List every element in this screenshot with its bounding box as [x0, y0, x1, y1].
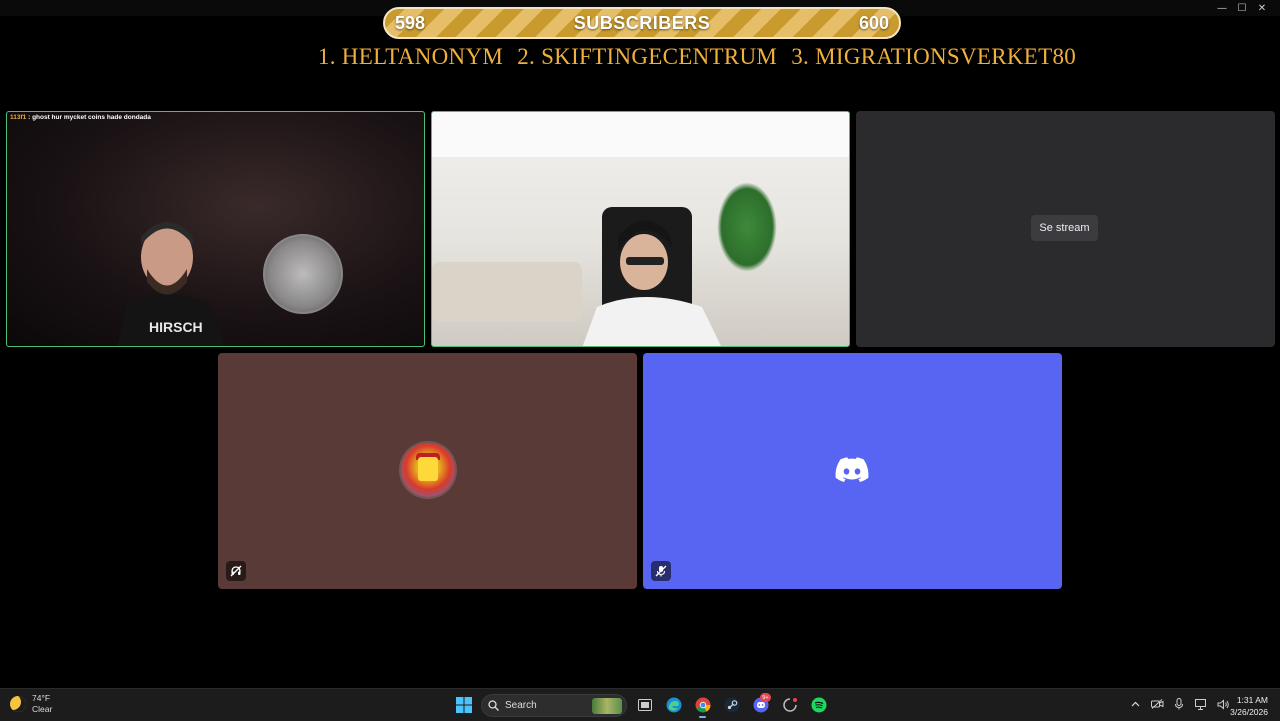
video-tile-webcam-2[interactable] [431, 111, 850, 347]
video-tile-stream: Se stream [856, 111, 1275, 347]
taskbar-clock[interactable]: 1:31 AM 3/26/2026 [1230, 694, 1268, 718]
discord-notification-badge: 9+ [760, 693, 771, 702]
chat-message: ghost hur mycket coins hade dondada [32, 114, 151, 121]
video-tile-user-discord[interactable] [643, 353, 1062, 589]
video-tile-webcam-1[interactable]: 113f1 : ghost hur mycket coins hade dond… [6, 111, 425, 347]
deafened-icon [226, 561, 246, 581]
discord-logo-icon [835, 457, 869, 482]
system-tray [1128, 697, 1230, 711]
chat-username: 113f1 [10, 114, 27, 121]
weather-widget[interactable]: 74°F Clear [10, 693, 52, 715]
subscriber-goal: 600 [858, 12, 889, 33]
fan-image [263, 234, 343, 314]
steam-icon[interactable] [720, 692, 743, 718]
volume-icon[interactable] [1216, 697, 1230, 711]
start-icon[interactable] [452, 692, 475, 718]
chrome-icon[interactable] [691, 692, 714, 718]
network-icon[interactable] [1194, 697, 1208, 711]
leaderboard: 1. HELTANONYM 2. SKIFTINGECENTRUM 3. MIG… [0, 44, 1280, 70]
camera-off-icon[interactable] [1150, 697, 1164, 711]
sofa-image [432, 262, 582, 322]
weather-temp: 74°F [32, 693, 51, 703]
clock-time: 1:31 AM [1236, 695, 1268, 705]
microphone-icon[interactable] [1172, 697, 1186, 711]
taskbar: 74°F Clear Search 9+ 1:31 AM 3/26/2026 [0, 688, 1280, 721]
subscriber-goal-bar: 598 SUBSCRIBERS 600 [383, 7, 901, 39]
leaderboard-entry-3: 3. MIGRATIONSVERKET80 [791, 44, 1077, 69]
chevron-up-icon[interactable] [1128, 697, 1142, 711]
video-tile-user-avatar[interactable] [218, 353, 637, 589]
discord-taskbar-icon[interactable]: 9+ [749, 692, 772, 718]
minimize-icon[interactable]: — [1212, 0, 1232, 16]
subscriber-label: SUBSCRIBERS [573, 12, 711, 33]
close-icon[interactable]: ✕ [1252, 0, 1272, 16]
clock-date: 3/26/2026 [1230, 707, 1268, 717]
maximize-icon[interactable]: ☐ [1232, 0, 1252, 16]
taskbar-apps: Search 9+ [452, 692, 830, 718]
subscriber-count: 598 [395, 12, 426, 33]
weather-desc: Clear [32, 704, 53, 714]
leaderboard-entry-1: 1. HELTANONYM [317, 44, 504, 69]
taskbar-search[interactable]: Search [481, 693, 627, 717]
streamer-1-figure: HIRSCH [117, 222, 227, 346]
svg-text:HIRSCH: HIRSCH [149, 319, 203, 335]
edge-browser-icon[interactable] [662, 692, 685, 718]
leaderboard-entry-2: 2. SKIFTINGECENTRUM [517, 44, 778, 69]
watch-stream-button[interactable]: Se stream [1031, 215, 1098, 241]
spotify-icon[interactable] [807, 692, 830, 718]
chat-overlay: 113f1 : ghost hur mycket coins hade dond… [10, 114, 151, 121]
moon-icon [10, 696, 26, 712]
search-placeholder: Search [505, 699, 537, 711]
streamer-2-figure [582, 207, 722, 346]
window-controls: — ☐ ✕ [1212, 0, 1272, 16]
ceiling-image [432, 112, 849, 157]
task-view-icon[interactable] [633, 692, 656, 718]
search-highlight-image [592, 697, 622, 714]
app-icon-refresh[interactable] [778, 692, 801, 718]
search-icon [488, 699, 499, 711]
user-avatar [401, 443, 455, 497]
mic-muted-icon [651, 561, 671, 581]
